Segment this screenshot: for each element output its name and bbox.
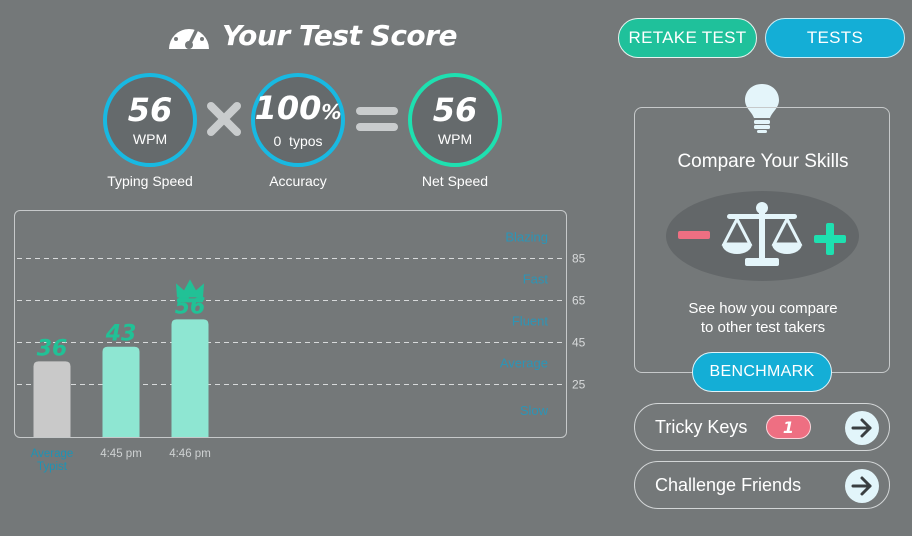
grid-value-label: 45 xyxy=(572,336,586,350)
category-label: 4:46 pm xyxy=(169,448,211,460)
compare-panel: Compare Your Skills See how you compare … xyxy=(634,107,890,373)
bar-value-label: 56 xyxy=(175,294,206,319)
grid-value-label: 25 xyxy=(572,378,586,392)
crown-base xyxy=(177,298,203,303)
challenge-friends-label: Challenge Friends xyxy=(655,474,802,495)
bar xyxy=(33,361,71,437)
speed-chart-svg: Blazing Fast Fluent Average Slow 85 65 45 25 36 43… xyxy=(17,230,586,473)
compare-title: Compare Your Skills xyxy=(677,151,849,172)
plus-icon xyxy=(813,222,847,261)
grid-value-label: 65 xyxy=(572,294,586,308)
bar xyxy=(171,319,209,437)
balance-scale-icon xyxy=(719,200,805,275)
tricky-keys-label: Tricky Keys xyxy=(655,416,748,437)
zone-label-slow: Slow xyxy=(520,403,549,418)
bar-value-label: 43 xyxy=(105,322,137,347)
tests-button[interactable]: TESTS xyxy=(765,18,905,58)
tricky-keys-count-badge: 1 xyxy=(766,415,811,439)
zone-label-fluent: Fluent xyxy=(512,314,549,329)
compare-description: See how you compare to other test takers xyxy=(635,299,891,337)
arrow-right-icon[interactable] xyxy=(845,469,879,503)
challenge-friends-button[interactable]: Challenge Friends xyxy=(634,461,890,509)
tricky-keys-button[interactable]: Tricky Keys 1 xyxy=(634,403,890,451)
zone-label-average: Average xyxy=(500,356,548,371)
minus-icon xyxy=(677,228,711,247)
category-label: Typist xyxy=(37,461,68,473)
category-label: 4:45 pm xyxy=(100,448,142,460)
category-label: Average xyxy=(31,448,74,460)
bar-value-label: 36 xyxy=(37,336,68,361)
benchmark-button[interactable]: BENCHMARK xyxy=(692,352,832,392)
arrow-right-icon[interactable] xyxy=(845,411,879,445)
crown-icon xyxy=(176,279,204,298)
zone-label-fast: Fast xyxy=(523,272,549,287)
compare-desc-line-1: See how you compare xyxy=(688,300,838,317)
bar xyxy=(102,346,140,437)
grid-value-label: 85 xyxy=(572,252,586,266)
retake-test-button[interactable]: RETAKE TEST xyxy=(618,18,757,58)
zone-label-blazing: Blazing xyxy=(505,230,548,245)
compare-desc-line-2: to other test takers xyxy=(700,319,826,336)
